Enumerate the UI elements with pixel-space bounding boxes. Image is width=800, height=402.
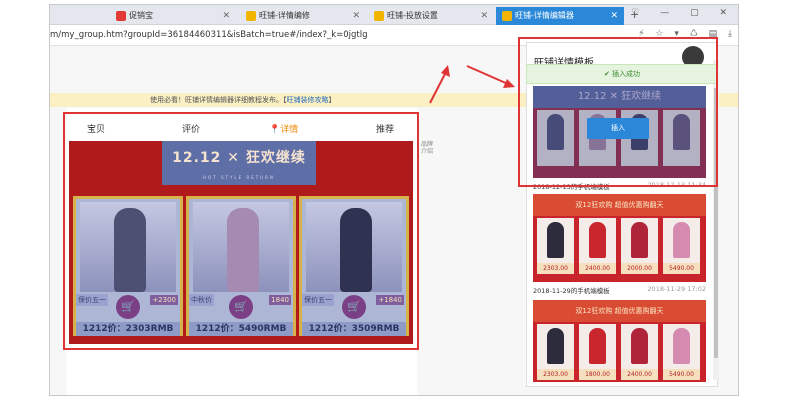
template-thumb: 2303.00 (537, 218, 574, 274)
template-thumb-price: 2400.00 (621, 369, 658, 380)
template-thumbs: 2303.00 1800.00 2400.00 5490.00 (537, 324, 702, 382)
template-thumb-price: 5490.00 (663, 369, 700, 380)
template-thumb: 2303.00 (537, 324, 574, 380)
template-card-head: 双12狂欢购 超值优惠购翻天 (533, 194, 706, 216)
template-card-date: 2018-11-29 17:02 (647, 285, 706, 293)
template-thumb: 2400.00 (621, 324, 658, 380)
template-card-label[interactable]: 2018-11-29的手机端模板 2018-11-29 17:02 (533, 285, 706, 295)
template-thumb-price: 5490.00 (663, 263, 700, 274)
template-thumb-price: 2303.00 (537, 369, 574, 380)
template-thumb-price: 2303.00 (537, 263, 574, 274)
template-card-head: 双12狂欢购 超值优惠购翻天 (533, 300, 706, 322)
template-thumb-price: 1800.00 (579, 369, 616, 380)
template-card[interactable]: 双12狂欢购 超值优惠购翻天 2303.00 1800.00 2400.00 5… (533, 300, 706, 382)
arrow-right (466, 65, 509, 85)
arrow-left-head (441, 65, 450, 77)
template-thumbs: 2303.00 2400.00 2000.00 5490.00 (537, 218, 702, 278)
template-thumb-price: 2000.00 (621, 263, 658, 274)
template-thumb: 1800.00 (579, 324, 616, 380)
template-thumb: 2400.00 (579, 218, 616, 274)
template-thumb-price: 2400.00 (579, 263, 616, 274)
arrow-left (429, 71, 447, 104)
template-card-name: 2018-11-29的手机端模板 (533, 287, 610, 295)
template-thumb: 5490.00 (663, 218, 700, 274)
template-thumb: 5490.00 (663, 324, 700, 380)
template-thumb: 2000.00 (621, 218, 658, 274)
highlight-box-template (518, 37, 718, 187)
template-card[interactable]: 双12狂欢购 超值优惠购翻天 2303.00 2400.00 2000.00 5… (533, 194, 706, 282)
